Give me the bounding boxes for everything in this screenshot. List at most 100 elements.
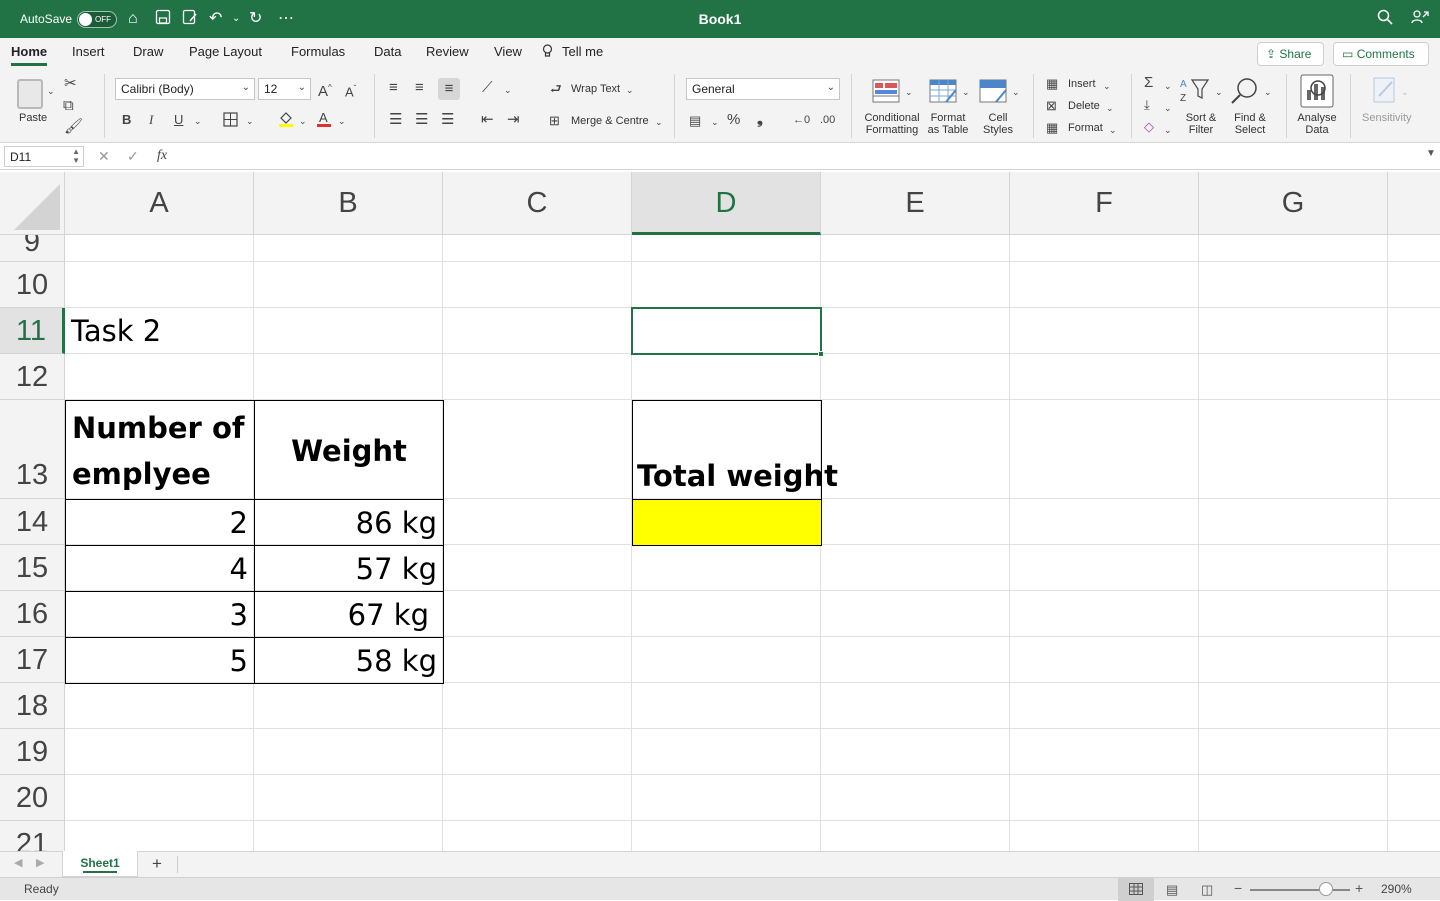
row-header-12[interactable]: 12 xyxy=(0,354,65,400)
percent-style-button[interactable]: % xyxy=(727,112,740,128)
paste-icon[interactable] xyxy=(17,79,43,109)
font-size-select[interactable]: 12 ⌄ xyxy=(258,78,311,100)
cell-b16[interactable]: 67 kg xyxy=(254,591,444,638)
cell-b15[interactable]: 57 kg xyxy=(254,545,444,592)
sensitivity-label[interactable]: Sensitivity xyxy=(1362,112,1412,124)
increase-indent-icon[interactable]: ⇥ xyxy=(507,112,520,128)
column-header-b[interactable]: B xyxy=(254,172,443,235)
row-header-13[interactable]: 13 xyxy=(0,400,65,499)
chevron-down-icon[interactable]: ⌄ xyxy=(655,114,663,130)
chevron-down-icon[interactable]: ⌄ xyxy=(905,84,913,100)
wrap-text-icon[interactable]: ⮐ xyxy=(550,81,562,97)
align-top-icon[interactable]: ≡ xyxy=(389,80,398,96)
align-right-icon[interactable]: ☰ xyxy=(441,112,454,128)
cell-d13[interactable]: Total weight xyxy=(632,400,822,500)
sheet-tab-sheet1[interactable]: Sheet1 xyxy=(62,851,138,877)
tab-home[interactable]: Home xyxy=(11,44,47,59)
scroll-left-icon[interactable]: ◀ xyxy=(14,856,22,869)
wrap-text-button[interactable]: Wrap Text xyxy=(571,83,620,95)
cell-d14[interactable] xyxy=(632,499,822,546)
format-cells-button[interactable]: Format xyxy=(1068,122,1103,134)
clear-icon[interactable]: ◇ xyxy=(1144,119,1154,135)
tab-page-layout[interactable]: Page Layout xyxy=(189,44,262,59)
chevron-down-icon[interactable]: ⌄ xyxy=(1264,84,1272,100)
insert-function-button[interactable]: fx xyxy=(157,148,167,164)
row-header-16[interactable]: 16 xyxy=(0,591,65,637)
row-header-9[interactable]: 9 xyxy=(0,235,65,262)
column-header-g[interactable]: G xyxy=(1199,172,1388,235)
scroll-right-icon[interactable]: ▶ xyxy=(36,856,44,869)
row-header-21[interactable]: 21 xyxy=(0,821,65,851)
sort-filter-icon[interactable]: AZ xyxy=(1180,76,1214,110)
add-sheet-button[interactable]: + xyxy=(152,854,162,874)
sort-filter-label[interactable]: Sort &Filter xyxy=(1180,112,1222,136)
row-header-19[interactable]: 19 xyxy=(0,729,65,775)
row-header-18[interactable]: 18 xyxy=(0,683,65,729)
tab-draw[interactable]: Draw xyxy=(133,44,163,59)
fill-handle[interactable] xyxy=(818,351,824,357)
comma-style-button[interactable]: ❟ xyxy=(757,112,763,128)
select-all-button[interactable] xyxy=(0,172,65,235)
cell-styles-icon[interactable] xyxy=(978,76,1010,110)
conditional-formatting-label[interactable]: ConditionalFormatting xyxy=(862,112,922,136)
save-icon[interactable] xyxy=(155,9,171,31)
merge-centre-icon[interactable]: ⊞ xyxy=(549,113,560,129)
normal-view-button[interactable] xyxy=(1118,878,1154,901)
orientation-icon[interactable]: ⟋ xyxy=(482,80,493,96)
font-name-select[interactable]: Calibri (Body) ⌄ xyxy=(115,78,255,100)
chevron-down-icon[interactable]: ⌄ xyxy=(626,82,634,98)
formula-input[interactable] xyxy=(185,146,1415,167)
chevron-down-icon[interactable]: ⌄ xyxy=(194,113,202,129)
chevron-down-icon[interactable]: ⌄ xyxy=(1215,84,1223,100)
comments-button[interactable]: ▭ Comments xyxy=(1333,42,1429,66)
name-box[interactable]: D11 ▲▼ xyxy=(4,146,84,167)
find-select-icon[interactable] xyxy=(1230,76,1260,110)
cell-a15[interactable]: 4 xyxy=(65,545,255,592)
active-cell-d11[interactable] xyxy=(631,307,822,355)
tell-me-search[interactable]: Tell me xyxy=(562,44,603,59)
column-header-f[interactable]: F xyxy=(1010,172,1199,235)
decrease-decimal-icon[interactable]: .00 xyxy=(820,112,835,128)
page-layout-view-icon[interactable]: ▤ xyxy=(1166,882,1178,898)
borders-icon[interactable] xyxy=(223,112,238,131)
tab-formulas[interactable]: Formulas xyxy=(291,44,345,59)
tab-view[interactable]: View xyxy=(494,44,522,59)
chevron-down-icon[interactable]: ⌄ xyxy=(504,82,512,98)
undo-icon[interactable]: ↶ xyxy=(209,9,222,29)
font-color-icon[interactable]: A xyxy=(316,110,332,132)
format-as-table-icon[interactable] xyxy=(928,76,960,110)
column-header-a[interactable]: A xyxy=(65,172,254,235)
chevron-down-icon[interactable]: ⌄ xyxy=(1103,78,1111,94)
tab-data[interactable]: Data xyxy=(374,44,401,59)
chevron-down-icon[interactable]: ⌄ xyxy=(338,113,346,129)
cell-b17[interactable]: 58 kg xyxy=(254,637,444,684)
autosum-icon[interactable]: Σ xyxy=(1144,75,1153,91)
row-header-17[interactable]: 17 xyxy=(0,637,65,683)
chevron-down-icon[interactable]: ⌄ xyxy=(1164,78,1172,94)
row-header-10[interactable]: 10 xyxy=(0,262,65,308)
align-left-icon[interactable]: ☰ xyxy=(389,112,402,128)
column-header-e[interactable]: E xyxy=(821,172,1010,235)
insert-cells-icon[interactable]: ▦ xyxy=(1046,76,1058,92)
chevron-down-icon[interactable]: ⌄ xyxy=(1012,84,1020,100)
cell-styles-label[interactable]: CellStyles xyxy=(976,112,1020,136)
sensitivity-icon[interactable] xyxy=(1372,76,1398,110)
search-icon[interactable] xyxy=(1377,9,1393,31)
find-select-label[interactable]: Find &Select xyxy=(1228,112,1272,136)
row-header-11[interactable]: 11 xyxy=(0,308,65,354)
italic-button[interactable]: I xyxy=(149,112,153,128)
row-header-14[interactable]: 14 xyxy=(0,499,65,545)
fill-icon[interactable]: ⤓ xyxy=(1144,97,1150,113)
format-cells-icon[interactable]: ▦ xyxy=(1046,120,1058,136)
zoom-slider-track[interactable] xyxy=(1250,889,1350,891)
chevron-down-icon[interactable]: ⌄ xyxy=(1164,122,1172,138)
share-people-icon[interactable] xyxy=(1411,9,1429,31)
chevron-down-icon[interactable]: ⌄ xyxy=(962,84,970,100)
delete-cells-icon[interactable]: ⊠ xyxy=(1046,98,1057,114)
chevron-down-icon[interactable]: ⌄ xyxy=(1401,84,1409,100)
cell-a16[interactable]: 3 xyxy=(65,591,255,638)
more-icon[interactable]: ⋯ xyxy=(278,9,294,29)
row-header-20[interactable]: 20 xyxy=(0,775,65,821)
align-bottom-icon[interactable]: ≡ xyxy=(438,78,460,100)
row-header-15[interactable]: 15 xyxy=(0,545,65,591)
